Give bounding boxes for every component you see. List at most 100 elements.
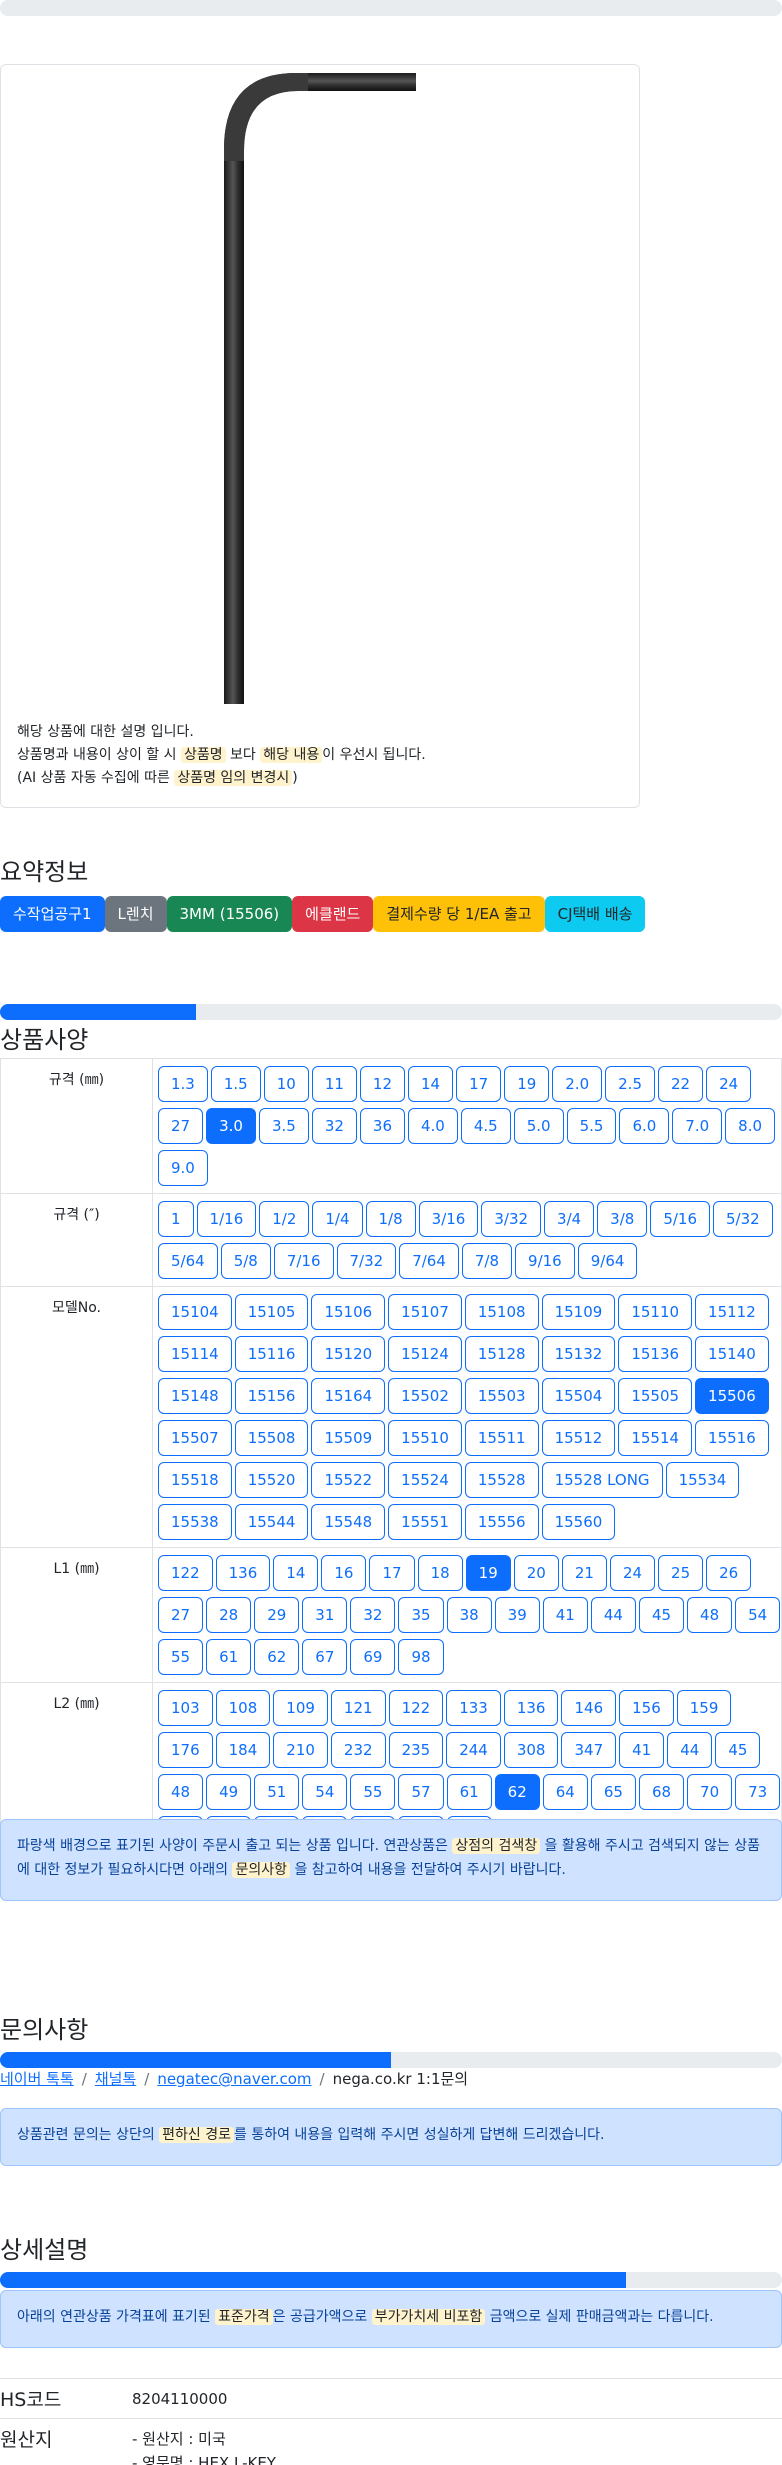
spec-option-button[interactable]: 38 — [446, 1597, 492, 1633]
spec-option-button[interactable]: 7.0 — [672, 1108, 723, 1144]
spec-option-button[interactable]: 15108 — [464, 1294, 539, 1330]
spec-option-button[interactable]: 73 — [735, 1774, 781, 1810]
spec-option-button[interactable]: 7/64 — [399, 1243, 459, 1279]
spec-option-button[interactable]: 27 — [158, 1108, 204, 1144]
spec-option-button[interactable]: 7/8 — [461, 1243, 513, 1279]
spec-option-button[interactable]: 5/16 — [650, 1201, 710, 1237]
spec-option-button[interactable]: 45 — [638, 1597, 685, 1633]
spec-option-button[interactable]: 15556 — [464, 1504, 539, 1540]
spec-option-button[interactable]: 1/16 — [196, 1201, 257, 1237]
spec-option-button[interactable]: 3.5 — [258, 1108, 309, 1144]
spec-option-button[interactable]: 24 — [609, 1555, 656, 1591]
spec-option-button[interactable]: 9/16 — [515, 1243, 575, 1279]
spec-option-button[interactable]: 1 — [158, 1201, 194, 1237]
spec-option-button[interactable]: 1/4 — [312, 1201, 363, 1237]
spec-option-button[interactable]: 15132 — [541, 1336, 616, 1372]
spec-option-button[interactable]: 15504 — [541, 1378, 616, 1414]
spec-option-button[interactable]: 210 — [273, 1732, 328, 1768]
spec-option-button[interactable]: 28 — [206, 1597, 252, 1633]
spec-option-button[interactable]: 244 — [446, 1732, 501, 1768]
spec-option-button[interactable]: 69 — [350, 1639, 396, 1675]
spec-option-button[interactable]: 17 — [369, 1555, 415, 1591]
spec-option-button[interactable]: 308 — [503, 1732, 559, 1768]
spec-option-button[interactable]: 15534 — [665, 1462, 740, 1498]
spec-option-button[interactable]: 25 — [658, 1555, 704, 1591]
spec-option-button[interactable]: 15116 — [234, 1336, 309, 1372]
spec-option-button[interactable]: 2.0 — [552, 1066, 603, 1102]
spec-option-button[interactable]: 44 — [667, 1732, 713, 1768]
spec-option-button[interactable]: 146 — [561, 1690, 617, 1726]
spec-option-button[interactable]: 9.0 — [158, 1150, 208, 1186]
spec-option-button[interactable]: 122 — [388, 1690, 444, 1726]
spec-option-button[interactable]: 3/32 — [481, 1201, 542, 1237]
spec-option-button[interactable]: 4.5 — [460, 1108, 511, 1144]
spec-option-button[interactable]: 61 — [446, 1774, 492, 1810]
spec-option-button[interactable]: 15551 — [388, 1504, 462, 1540]
spec-option-button[interactable]: 15120 — [311, 1336, 386, 1372]
spec-option-button[interactable]: 55 — [158, 1639, 204, 1675]
spec-option-button[interactable]: 15507 — [158, 1420, 232, 1456]
spec-option-button[interactable]: 15503 — [464, 1378, 539, 1414]
spec-option-button[interactable]: 18 — [417, 1555, 463, 1591]
spec-option-button[interactable]: 65 — [590, 1774, 636, 1810]
spec-option-button[interactable]: 7/32 — [336, 1243, 397, 1279]
spec-option-button[interactable]: 61 — [206, 1639, 252, 1675]
spec-option-button[interactable]: 4.0 — [408, 1108, 458, 1144]
spec-option-button[interactable]: 35 — [398, 1597, 444, 1633]
spec-option-button[interactable]: 15109 — [541, 1294, 616, 1330]
spec-option-button[interactable]: 15538 — [158, 1504, 232, 1540]
spec-option-button[interactable]: 15509 — [311, 1420, 386, 1456]
spec-option-button[interactable]: 109 — [273, 1690, 328, 1726]
spec-option-button[interactable]: 347 — [561, 1732, 617, 1768]
spec-option-button[interactable]: 29 — [254, 1597, 300, 1633]
spec-option-button[interactable]: 15510 — [388, 1420, 462, 1456]
spec-option-button[interactable]: 15528 LONG — [541, 1462, 663, 1498]
spec-option-button[interactable]: 27 — [158, 1597, 204, 1633]
spec-option-button[interactable]: 41 — [542, 1597, 588, 1633]
spec-option-button[interactable]: 14 — [408, 1066, 454, 1102]
spec-option-button[interactable]: 5.0 — [513, 1108, 564, 1144]
spec-option-button[interactable]: 1/2 — [259, 1201, 310, 1237]
spec-option-button[interactable]: 122 — [158, 1555, 213, 1591]
spec-option-button[interactable]: 15548 — [311, 1504, 386, 1540]
spec-option-button[interactable]: 121 — [330, 1690, 386, 1726]
spec-option-button[interactable]: 5/8 — [220, 1243, 271, 1279]
spec-option-button[interactable]: 7/16 — [273, 1243, 334, 1279]
spec-option-button[interactable]: 39 — [494, 1597, 540, 1633]
spec-option-button[interactable]: 15140 — [695, 1336, 769, 1372]
spec-option-button[interactable]: 68 — [638, 1774, 685, 1810]
spec-option-button[interactable]: 41 — [619, 1732, 665, 1768]
spec-option-button[interactable]: 24 — [706, 1066, 752, 1102]
spec-option-button[interactable]: 103 — [158, 1690, 213, 1726]
spec-option-button[interactable]: 48 — [687, 1597, 733, 1633]
spec-option-button[interactable]: 3.0 — [206, 1108, 256, 1144]
spec-option-button[interactable]: 31 — [302, 1597, 348, 1633]
spec-option-button[interactable]: 57 — [398, 1774, 444, 1810]
spec-option-button[interactable]: 48 — [158, 1774, 204, 1810]
spec-option-button[interactable]: 15524 — [388, 1462, 462, 1498]
spec-option-button[interactable]: 5/64 — [158, 1243, 218, 1279]
spec-option-button[interactable]: 21 — [561, 1555, 607, 1591]
spec-option-button[interactable]: 54 — [302, 1774, 348, 1810]
spec-option-button[interactable]: 15512 — [541, 1420, 616, 1456]
spec-option-button[interactable]: 15518 — [158, 1462, 232, 1498]
spec-option-button[interactable]: 54 — [735, 1597, 781, 1633]
spec-option-button[interactable]: 32 — [311, 1108, 357, 1144]
spec-option-button[interactable]: 15528 — [464, 1462, 539, 1498]
spec-option-button[interactable]: 5.5 — [566, 1108, 617, 1144]
spec-option-button[interactable]: 67 — [302, 1639, 348, 1675]
spec-option-button[interactable]: 64 — [542, 1774, 588, 1810]
spec-option-button[interactable]: 16 — [321, 1555, 367, 1591]
spec-option-button[interactable]: 232 — [330, 1732, 386, 1768]
spec-option-button[interactable]: 15106 — [311, 1294, 386, 1330]
spec-option-button[interactable]: 15522 — [311, 1462, 386, 1498]
spec-option-button[interactable]: 136 — [503, 1690, 559, 1726]
spec-option-button[interactable]: 8.0 — [725, 1108, 776, 1144]
spec-option-button[interactable]: 55 — [350, 1774, 396, 1810]
spec-option-button[interactable]: 15148 — [158, 1378, 232, 1414]
spec-option-button[interactable]: 19 — [465, 1555, 511, 1591]
spec-option-button[interactable]: 3/4 — [544, 1201, 595, 1237]
spec-option-button[interactable]: 15136 — [618, 1336, 693, 1372]
spec-option-button[interactable]: 15105 — [234, 1294, 309, 1330]
spec-option-button[interactable]: 136 — [215, 1555, 271, 1591]
